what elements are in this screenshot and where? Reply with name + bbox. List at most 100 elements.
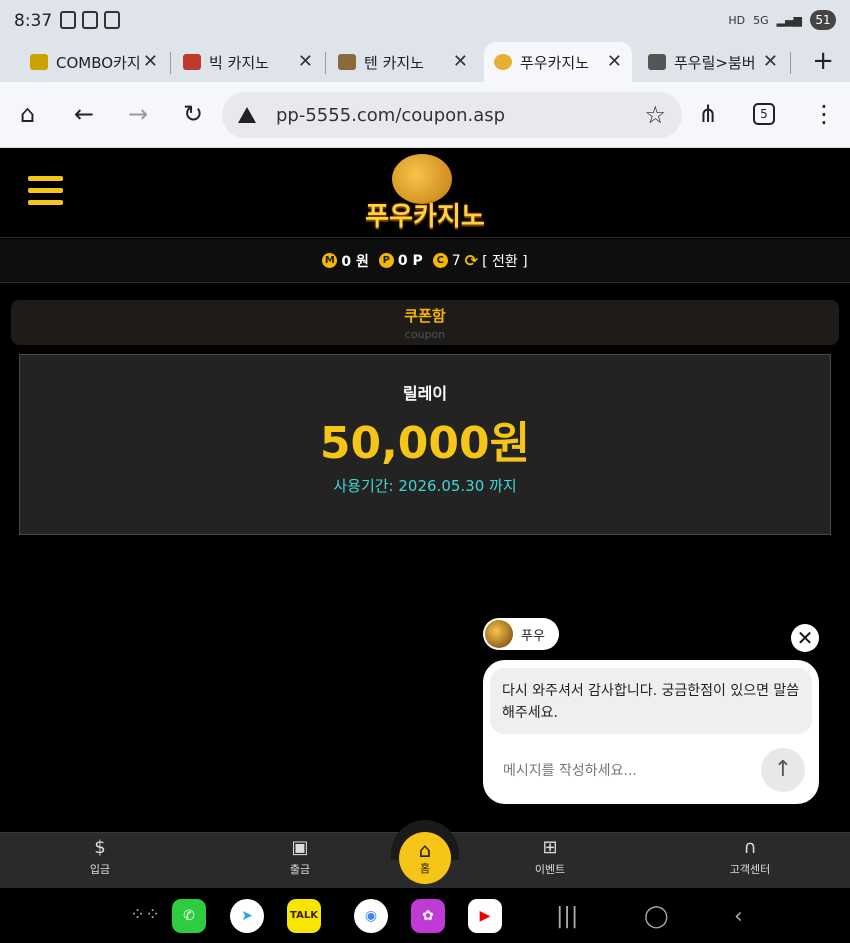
tab-divider	[790, 52, 791, 74]
tab-switcher-button[interactable]: 5	[753, 103, 775, 125]
coupon-card[interactable]: 릴레이 50,000원 사용기간: 2026.05.30 까지	[19, 354, 831, 535]
app-drawer-icon[interactable]: ⁘⁘	[130, 904, 160, 925]
big-casino-favicon	[183, 54, 201, 70]
status-bar: 8:37 HD 5G ▂▄▆ 51	[0, 0, 850, 42]
gift-icon: ⊞	[542, 837, 558, 858]
tab-ten-casino[interactable]: 텐 카지노 ✕	[328, 42, 478, 82]
tab-pooh-reel[interactable]: 푸우릴>붐버 ✕	[638, 42, 788, 82]
pooh-favicon	[494, 54, 512, 70]
nav-support-label: 고객센터	[729, 863, 771, 876]
nav-withdraw[interactable]: ▣ 출금	[260, 837, 340, 877]
coupon-coin-icon: C	[432, 253, 448, 268]
hd-badge: HD	[728, 13, 746, 27]
chat-input[interactable]: 메시지를 작성하세요...	[503, 760, 637, 780]
tab-title: 텐 카지노	[364, 53, 424, 72]
coupon-expiry: 사용기간: 2026.05.30 까지	[333, 477, 517, 495]
tab-title: COMBO카지	[56, 53, 141, 72]
coupon-count: 7	[451, 252, 461, 269]
money-balance: M 0 원	[322, 251, 369, 271]
nav-event-label: 이벤트	[534, 863, 566, 876]
browser-toolbar: ⌂ ← → ↻ pp-5555.com/coupon.asp ☆ ⋔ 5 ⋮	[0, 82, 850, 148]
dollar-icon: $	[94, 837, 106, 858]
chat-close-icon[interactable]: ✕	[791, 624, 819, 652]
points-value: 0 P	[397, 252, 423, 269]
switch-button[interactable]: [ 전환 ]	[482, 251, 528, 271]
tab-title: 푸우릴>붐버	[674, 53, 756, 72]
back-nav-icon[interactable]: ‹	[734, 904, 743, 929]
nav-home[interactable]: ⌂ 홈	[399, 832, 451, 884]
tab-title: 빅 카지노	[209, 53, 269, 72]
new-tab-icon[interactable]: +	[812, 46, 834, 76]
chrome-app-icon[interactable]: ◉	[354, 899, 388, 933]
gallery-app-icon[interactable]: ✿	[411, 899, 445, 933]
menu-icon[interactable]: ⋮	[812, 100, 836, 128]
url-text[interactable]: pp-5555.com/coupon.asp	[276, 105, 505, 126]
close-icon[interactable]: ✕	[453, 51, 468, 72]
status-right: HD 5G ▂▄▆ 51	[728, 10, 836, 30]
screenshot-icon	[82, 11, 98, 29]
logo-text: 푸우카지노	[365, 202, 485, 232]
house-icon: ⌂	[418, 838, 432, 862]
nav-home-label: 홈	[419, 862, 431, 875]
share-icon[interactable]: ⋔	[698, 100, 718, 128]
close-icon[interactable]: ✕	[763, 51, 778, 72]
nav-withdraw-label: 출금	[289, 863, 311, 876]
nav-event[interactable]: ⊞ 이벤트	[510, 837, 590, 877]
reload-icon[interactable]: ↻	[183, 100, 203, 128]
nav-support[interactable]: ∩ 고객센터	[710, 837, 790, 877]
hamburger-menu-icon[interactable]	[28, 176, 63, 212]
section-title: 쿠폰함	[404, 307, 446, 325]
signal-icon: ▂▄▆	[776, 13, 802, 27]
not-secure-icon[interactable]	[238, 107, 256, 123]
points-coin-icon: P	[378, 253, 394, 268]
chat-agent-badge[interactable]: 푸우	[483, 618, 559, 650]
coupon-balance: C 7 ⟳ [ 전환 ]	[432, 251, 528, 271]
close-icon[interactable]: ✕	[607, 51, 622, 72]
agent-avatar	[485, 620, 513, 648]
tab-combo[interactable]: COMBO카지 ✕	[20, 42, 168, 82]
nav-deposit[interactable]: $ 입금	[60, 837, 140, 877]
chat-message: 다시 와주셔서 감사합니다. 궁금한점이 있으면 말씀해주세요.	[490, 668, 812, 734]
home-nav-icon[interactable]: ◯	[644, 904, 669, 929]
network-badge: 5G	[753, 13, 769, 27]
close-icon[interactable]: ✕	[298, 51, 313, 72]
battery-icon: 51	[810, 10, 836, 30]
tab-divider	[325, 52, 326, 74]
tab-pooh-casino[interactable]: 푸우카지노 ✕	[484, 42, 632, 82]
home-icon[interactable]: ⌂	[20, 100, 35, 128]
atm-icon: ▣	[291, 837, 309, 858]
tab-strip: COMBO카지 ✕ 빅 카지노 ✕ 텐 카지노 ✕ 푸우카지노 ✕ 푸우릴>붐버…	[0, 42, 850, 82]
forward-icon[interactable]: →	[128, 100, 148, 128]
ten-casino-favicon	[338, 54, 356, 70]
combo-favicon	[30, 54, 48, 70]
youtube-app-icon[interactable]: ▶	[468, 899, 502, 933]
chat-widget: 다시 와주셔서 감사합니다. 궁금한점이 있으면 말씀해주세요. 메시지를 작성…	[483, 660, 819, 804]
coupon-section-header: 쿠폰함 coupon	[11, 300, 839, 345]
b-app-icon	[60, 11, 76, 29]
address-bar[interactable]: pp-5555.com/coupon.asp ☆	[222, 92, 682, 138]
section-subtitle: coupon	[404, 328, 446, 341]
back-icon[interactable]: ←	[74, 100, 94, 128]
recents-icon[interactable]: |||	[556, 904, 578, 929]
send-arrow-icon[interactable]: ↑	[761, 748, 805, 792]
site-header: 푸우카지노	[0, 148, 850, 238]
site-logo[interactable]: 푸우카지노	[360, 154, 490, 234]
points-balance: P 0 P	[378, 252, 423, 269]
bookmark-star-icon[interactable]: ☆	[644, 101, 666, 129]
telegram-app-icon[interactable]: ➤	[230, 899, 264, 933]
balance-bar: M 0 원 P 0 P C 7 ⟳ [ 전환 ]	[0, 239, 850, 283]
tab-big-casino[interactable]: 빅 카지노 ✕	[173, 42, 323, 82]
coupon-amount: 50,000원	[319, 418, 531, 469]
reel-favicon	[648, 54, 666, 70]
headset-icon: ∩	[743, 837, 757, 858]
kakaotalk-app-icon[interactable]: TALK	[287, 899, 321, 933]
refresh-icon[interactable]: ⟳	[465, 251, 478, 270]
tab-divider	[170, 52, 171, 74]
agent-name: 푸우	[521, 628, 545, 644]
phone-app-icon[interactable]: ✆	[172, 899, 206, 933]
coupon-name: 릴레이	[402, 384, 448, 403]
status-time: 8:37	[14, 11, 53, 31]
close-icon[interactable]: ✕	[143, 51, 158, 72]
nav-deposit-label: 입금	[89, 863, 111, 876]
money-coin-icon: M	[322, 253, 338, 268]
